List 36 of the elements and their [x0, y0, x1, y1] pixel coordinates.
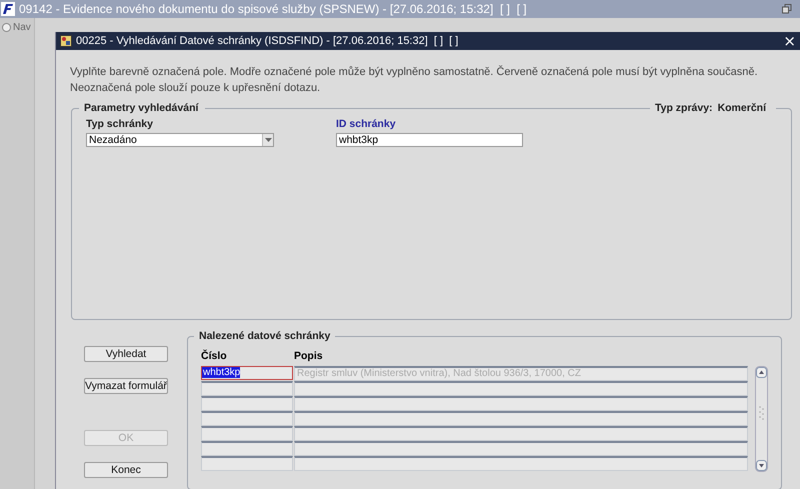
- table-cell[interactable]: [201, 441, 293, 456]
- instruction-text: Neoznačená pole slouží pouze k upřesnění dotazu.: [70, 81, 320, 96]
- column-header: Číslo: [201, 350, 228, 364]
- table-cell[interactable]: [201, 456, 293, 471]
- panel-legend: Nalezené datové schránky: [199, 330, 330, 342]
- nav-radio[interactable]: Nav: [0, 22, 31, 33]
- scrollbar[interactable]: [755, 366, 768, 472]
- table-cell[interactable]: [294, 441, 748, 456]
- table-cell[interactable]: whbt3kp: [201, 366, 293, 380]
- panel-legend: Parametry vyhledávání: [79, 102, 198, 114]
- mailbox-id-field[interactable]: whbt3kp: [336, 133, 523, 147]
- table-cell[interactable]: [201, 396, 293, 411]
- window-title: 09142 - Evidence nového dokumentu do spisové služby (SPSNEW) - [27.06.2016; 15:32] [ ] [ ]: [19, 2, 528, 16]
- dialog-button[interactable]: Vyhledat: [84, 346, 168, 362]
- mailbox-type-dropdown[interactable]: Nezadáno: [86, 133, 274, 147]
- table-cell[interactable]: [294, 396, 748, 411]
- table-cell[interactable]: [294, 456, 748, 471]
- app-logo-icon: [1, 2, 15, 16]
- restore-icon[interactable]: [782, 4, 792, 14]
- close-button[interactable]: ×: [779, 33, 800, 49]
- dialog-title: 00225 - Vyhledávání Datové schránky (ISDSFIND) - [27.06.2016; 15:32] [ ] [ ]: [76, 35, 460, 47]
- table-cell[interactable]: [201, 381, 293, 396]
- table-cell[interactable]: [201, 411, 293, 426]
- message-type-value: Komerční: [718, 102, 766, 114]
- column-header: Popis: [294, 350, 323, 364]
- field-label: ID schránky: [336, 118, 397, 130]
- table-cell[interactable]: [201, 426, 293, 441]
- message-type-label: Typ zprávy:: [654, 102, 713, 114]
- dialog-button[interactable]: Vymazat formulář: [84, 378, 168, 394]
- table-cell[interactable]: [294, 381, 748, 396]
- table-cell[interactable]: [294, 426, 748, 441]
- dialog-button[interactable]: Konec: [84, 462, 168, 478]
- app-icon: [60, 35, 72, 47]
- field-label: Typ schránky: [86, 118, 154, 130]
- instruction-text: Vyplňte barevně označená pole. Modře označené pole může být vyplněno samostatně. Červeně označená pole musí být vyplněna současně.: [70, 64, 758, 80]
- table-cell[interactable]: [294, 411, 748, 426]
